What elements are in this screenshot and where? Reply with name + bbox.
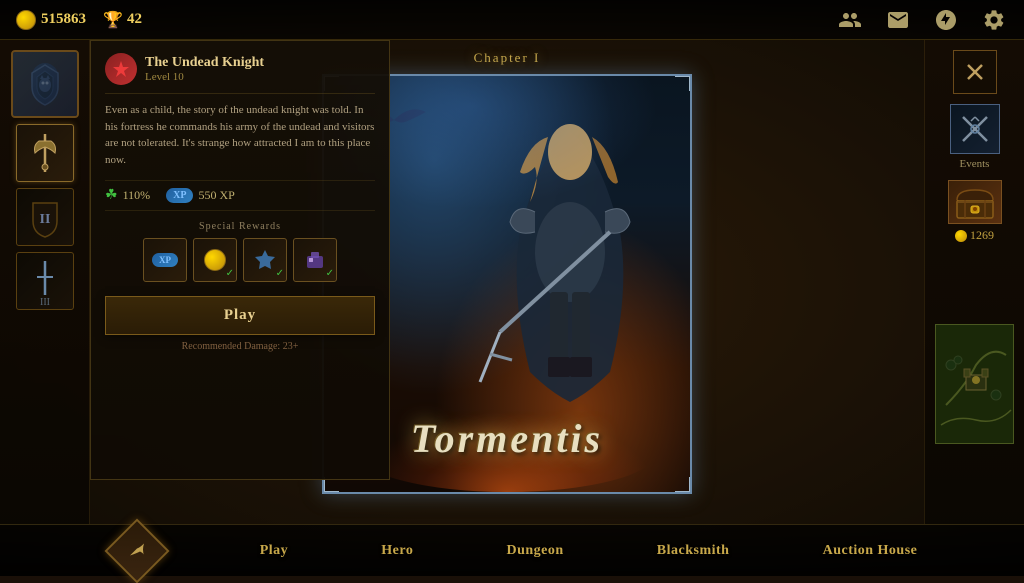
events-label: Events — [960, 158, 990, 170]
hero-portrait[interactable] — [11, 50, 79, 118]
sidebar-level-3[interactable]: III — [16, 252, 74, 310]
map-area — [930, 253, 1019, 514]
nav-item-play[interactable]: Play — [240, 535, 308, 567]
quest-title: The Undead Knight — [145, 55, 264, 71]
right-sidebar: Events — [924, 40, 1024, 524]
svg-text:III: III — [40, 297, 50, 305]
mail-icon[interactable] — [884, 6, 912, 34]
play-diamond-container[interactable] — [107, 521, 167, 581]
friends-icon[interactable] — [836, 6, 864, 34]
luck-value: 110% — [123, 188, 151, 203]
quest-title-group: The Undead Knight Level 10 — [145, 55, 264, 83]
coins-display: 515863 — [16, 10, 86, 30]
reward-item-3: ✓ — [243, 238, 287, 282]
rewards-row: XP ✓ ✓ ✓ — [105, 238, 375, 282]
reward-coin-check: ✓ — [226, 268, 234, 279]
nav-item-dungeon[interactable]: Dungeon — [486, 535, 583, 567]
nav-play-area — [87, 521, 187, 581]
chest-coin-amount: 1269 — [970, 228, 994, 243]
svg-text:II: II — [39, 212, 50, 227]
chest-icon — [948, 180, 1002, 224]
left-sidebar: II III — [0, 40, 90, 524]
sidebar-level-1[interactable] — [16, 124, 74, 182]
close-button[interactable] — [953, 50, 997, 94]
quest-header: The Undead Knight Level 10 — [105, 53, 375, 85]
nav-blacksmith-label: Blacksmith — [657, 543, 730, 558]
corner-tr — [675, 75, 691, 91]
nav-item-auction-house[interactable]: Auction House — [803, 535, 938, 567]
reward-item4-check: ✓ — [326, 268, 334, 279]
clover-icon: ☘ — [105, 187, 118, 204]
trophy-count: 42 — [127, 11, 142, 28]
nav-item-blacksmith[interactable]: Blacksmith — [637, 535, 750, 567]
small-coin-icon — [955, 230, 967, 242]
topbar-left: 515863 🏆 42 — [16, 10, 836, 30]
xp-badge: XP — [166, 188, 193, 203]
quest-stats: ☘ 110% XP 550 XP — [105, 180, 375, 211]
main-area: II III The Undead Knight Level 10 — [0, 40, 1024, 524]
trophy-display: 🏆 42 — [104, 11, 142, 29]
coin-icon — [16, 10, 36, 30]
events-icon — [950, 104, 1000, 154]
quest-level: Level 10 — [145, 71, 264, 83]
special-rewards-label: Special Rewards — [105, 221, 375, 232]
reward-coin-icon — [204, 249, 226, 271]
chest-coins-display: 1269 — [955, 228, 994, 243]
reward-xp-badge: XP — [152, 253, 178, 267]
nav-dungeon-label: Dungeon — [506, 543, 563, 558]
recommended-damage: Recommended Damage: 23+ — [105, 341, 375, 352]
reward-xp: XP — [143, 238, 187, 282]
sidebar-level-2[interactable]: II — [16, 188, 74, 246]
reward-coin: ✓ — [193, 238, 237, 282]
coin-amount: 515863 — [41, 11, 86, 28]
corner-br — [675, 477, 691, 493]
reward-item-4: ✓ — [293, 238, 337, 282]
quest-icon — [105, 53, 137, 85]
xp-stat: XP 550 XP — [166, 188, 235, 203]
trophy-icon: 🏆 — [104, 11, 122, 29]
nav-hero-label: Hero — [381, 543, 413, 558]
helmet-icon[interactable] — [932, 6, 960, 34]
topbar-right — [836, 6, 1008, 34]
chest-button[interactable]: 1269 — [948, 180, 1002, 243]
bottom-nav: Play Hero Dungeon Blacksmith Auction Hou… — [0, 524, 1024, 576]
nav-play-label: Play — [260, 543, 288, 558]
quest-panel: The Undead Knight Level 10 Even as a chi… — [90, 40, 390, 480]
topbar: 515863 🏆 42 — [0, 0, 1024, 40]
map-fragment — [935, 324, 1014, 444]
nav-item-hero[interactable]: Hero — [361, 535, 433, 567]
quest-description: Even as a child, the story of the undead… — [105, 93, 375, 168]
play-diamond-icon — [126, 537, 148, 564]
chapter-label: Chapter I — [474, 50, 541, 66]
play-quest-button[interactable]: Play — [105, 296, 375, 335]
xp-value: 550 XP — [198, 188, 234, 203]
settings-icon[interactable] — [980, 6, 1008, 34]
nav-auction-label: Auction House — [823, 543, 918, 558]
luck-stat: ☘ 110% — [105, 187, 150, 204]
reward-item3-check: ✓ — [276, 268, 284, 279]
events-button[interactable]: Events — [950, 104, 1000, 170]
